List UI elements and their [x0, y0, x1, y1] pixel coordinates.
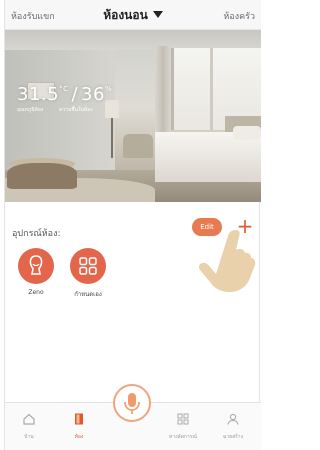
voice-button[interactable] — [113, 384, 151, 422]
device-label: Zeno — [28, 289, 44, 296]
device-tile[interactable] — [70, 248, 106, 284]
readout-separator: / — [71, 84, 79, 105]
tab-profile-label: ฉายสร้าง — [222, 434, 244, 440]
humidity-unit: % — [104, 85, 113, 93]
phone-screen: ห้องรับแขก ห้องนอน ห้องครัว 31.5°C / 36%… — [4, 0, 261, 450]
temperature-label: อุณหภูมิห้อง — [17, 107, 44, 113]
tab-home-label: บ้าน — [24, 434, 34, 440]
temperature-unit: °C — [59, 85, 69, 93]
tab-profile[interactable]: ฉายสร้าง — [213, 411, 253, 441]
tab-home[interactable]: บ้าน — [9, 411, 49, 441]
device-label: กำหนดเอง — [74, 291, 102, 298]
device-item-custom[interactable]: กำหนดเอง — [63, 248, 113, 299]
photo-ceiling — [5, 30, 261, 50]
app-frame: ห้องรับแขก ห้องนอน ห้องครัว 31.5°C / 36%… — [0, 0, 265, 450]
grid-squares-icon — [79, 257, 97, 275]
photo-curtain — [155, 46, 171, 141]
humidity-label: ความชื้นในห้อง — [59, 107, 93, 113]
devices-section-title: อุปกรณ์ห้อง: — [12, 229, 61, 239]
photo-lamp-stand — [111, 118, 113, 158]
photo-ottoman — [7, 163, 77, 189]
humidity-value: 36 — [81, 84, 105, 105]
photo-armchair — [123, 134, 153, 158]
user-icon — [227, 413, 239, 425]
top-navigation: ห้องรับแขก ห้องนอน ห้องครัว — [5, 0, 261, 30]
device-item-zeno[interactable]: Zeno — [11, 248, 61, 296]
tab-room-label: ห้อง — [74, 434, 84, 440]
tab-room[interactable]: ห้อง — [59, 411, 99, 441]
temperature-value: 31.5 — [17, 84, 60, 105]
photo-window-frame — [210, 48, 213, 130]
photo-pillow — [233, 126, 261, 140]
home-icon — [23, 413, 35, 425]
device-tile[interactable] — [18, 248, 54, 284]
room-photo: 31.5°C/36% อุณหภูมิห้อง ความชื้นในห้อง — [5, 30, 261, 202]
room-title: ห้องนอน — [103, 8, 148, 22]
grid-icon — [177, 413, 189, 425]
tab-shortcuts[interactable]: ทางลัดการณ์ — [163, 411, 203, 441]
microphone-icon — [124, 393, 140, 414]
climate-readout: 31.5°C/36% อุณหภูมิห้อง ความชื้นในห้อง — [17, 84, 112, 114]
door-icon — [75, 413, 83, 425]
tab-shortcuts-label: ทางลัดการณ์ — [168, 434, 197, 440]
caret-down-icon — [152, 11, 163, 18]
person-silhouette-icon — [29, 255, 43, 275]
next-room-link[interactable]: ห้องครัว — [223, 9, 255, 23]
tap-hint-hand-icon — [198, 230, 256, 292]
